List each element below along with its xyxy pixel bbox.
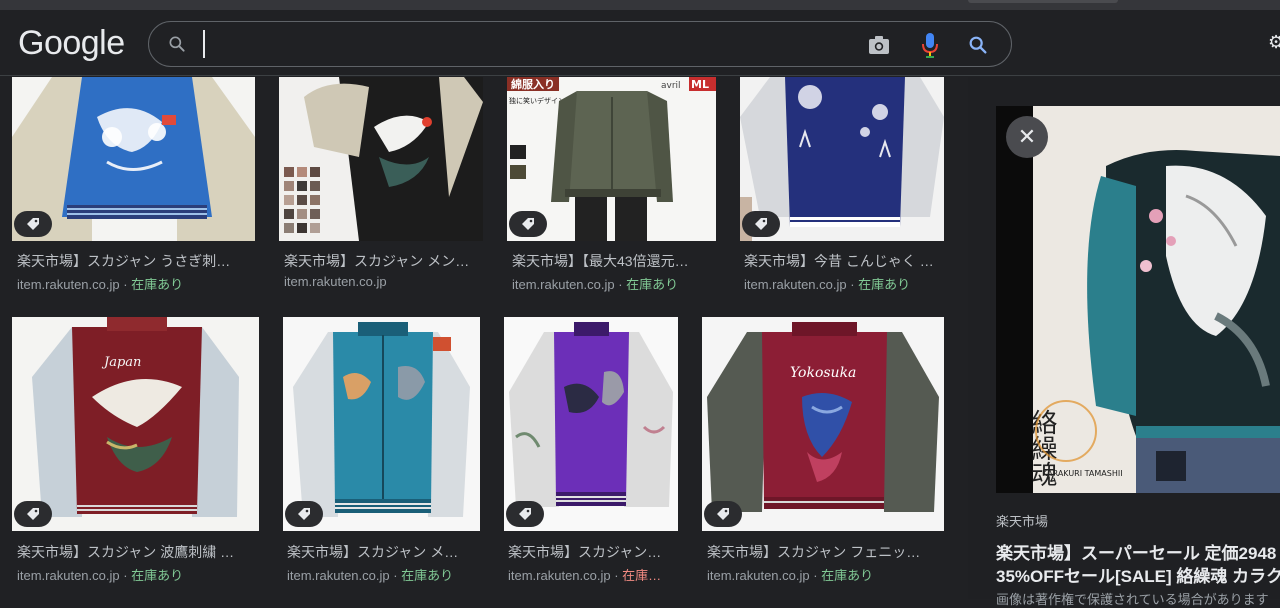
result-source: item.rakuten.co.jp · 在庫あり [17, 277, 184, 292]
stock-status: 在庫あり [858, 277, 911, 292]
search-box[interactable] [148, 21, 1012, 67]
result-tile-7[interactable]: 楽天市場】スカジャン… item.rakuten.co.jp · 在庫… [504, 317, 678, 599]
tag-button[interactable] [14, 501, 52, 527]
stock-status: 在庫あり [821, 568, 874, 583]
thumb-size-badge: ML [691, 78, 709, 91]
stock-status: 在庫あり [626, 277, 679, 292]
thumb-embroidery-text: Yokosuka [790, 365, 856, 381]
result-tile-6[interactable]: 楽天市場】スカジャン メ… item.rakuten.co.jp · 在庫あり [283, 317, 480, 599]
result-thumbnail[interactable]: Japan [12, 317, 259, 531]
thumb-banner-text: 綿服入り [511, 77, 555, 91]
result-title[interactable]: 楽天市場】スカジャン メ… [287, 542, 480, 562]
tag-icon [298, 508, 310, 520]
jacket-image-red-phoenix: Yokosuka [707, 322, 939, 512]
result-thumbnail[interactable] [504, 317, 678, 531]
result-title[interactable]: 楽天市場】スカジャン 波鷹刺繍 … [17, 542, 259, 562]
result-source: item.rakuten.co.jp · 在庫… [508, 568, 662, 583]
tag-button[interactable] [742, 211, 780, 237]
thumb-embroidery-text: Japan [101, 355, 141, 370]
result-tile-4[interactable]: 楽天市場】今昔 こんじゃく … item.rakuten.co.jp · 在庫あ… [740, 77, 944, 297]
tag-button[interactable] [704, 501, 742, 527]
result-title[interactable]: 楽天市場】スカジャン フェニッ… [707, 542, 944, 562]
result-source: item.rakuten.co.jp [284, 274, 387, 289]
google-logo[interactable]: Google [18, 24, 125, 63]
settings-icon[interactable]: ⚙ [1268, 32, 1280, 53]
result-title[interactable]: 楽天市場】スカジャン メン… [284, 251, 483, 271]
tag-icon [717, 508, 729, 520]
brand-logo-roman: KARAKURI TAMASHII [1042, 469, 1123, 478]
jacket-image-purple-dragon [509, 322, 673, 507]
result-tile-2[interactable]: 楽天市場】スカジャン メン… item.rakuten.co.jp [279, 77, 483, 297]
image-results-grid: 楽天市場】スカジャン うさぎ刺… item.rakuten.co.jp · 在庫… [0, 77, 968, 599]
tag-button[interactable] [14, 211, 52, 237]
tag-icon [27, 218, 39, 230]
result-tile-8[interactable]: Yokosuka 楽天市場】スカジャン フェニッ… item.rakuten.c… [702, 317, 944, 599]
tag-icon [27, 508, 39, 520]
result-title[interactable]: 楽天市場】スカジャン うさぎ刺… [17, 251, 255, 271]
close-button[interactable]: ✕ [1006, 116, 1048, 158]
microphone-icon[interactable] [919, 32, 941, 58]
result-source: item.rakuten.co.jp · 在庫あり [512, 277, 679, 292]
tag-icon [522, 218, 534, 230]
jacket-image-burgundy-eagle: Japan [32, 317, 239, 517]
search-input[interactable] [203, 30, 843, 58]
browser-top-strip [0, 0, 1280, 10]
result-tile-1[interactable]: 楽天市場】スカジャン うさぎ刺… item.rakuten.co.jp · 在庫… [12, 77, 255, 297]
tag-button[interactable] [285, 501, 323, 527]
result-thumbnail[interactable] [283, 317, 480, 531]
stock-status: 在庫あり [131, 568, 184, 583]
result-tile-3[interactable]: 綿服入り 独に笑いデザインでアイセンスをアピール ML avril 楽天市場】【… [507, 77, 716, 297]
tag-button[interactable] [509, 211, 547, 237]
preview-title-line2[interactable]: 35%OFFセール[SALE] 絡繰魂 カラク [996, 562, 1280, 587]
search-submit-icon[interactable] [967, 34, 989, 56]
stock-status: 在庫… [622, 568, 662, 583]
preview-jacket-image: 絡繰魂 KARAKURI TAMASHII [996, 106, 1280, 493]
image-preview-panel: 絡繰魂 KARAKURI TAMASHII ✕ 楽天市場 楽天市場】スーパーセー… [968, 77, 1280, 607]
result-source: item.rakuten.co.jp · 在庫あり [707, 568, 874, 583]
preview-site-name[interactable]: 楽天市場 [996, 511, 1048, 530]
result-thumbnail[interactable]: Yokosuka [702, 317, 944, 531]
result-thumbnail[interactable] [279, 77, 483, 241]
preview-title[interactable]: 楽天市場】スーパーセール 定価2948 [996, 539, 1276, 564]
stock-status: 在庫あり [401, 568, 454, 583]
thumb-brand-text: avril [661, 81, 681, 91]
result-title[interactable]: 楽天市場】今昔 こんじゃく … [744, 251, 944, 271]
search-header: Google ⚙ [0, 10, 1280, 76]
result-tile-5[interactable]: Japan 楽天市場】スカジャン 波鷹刺繍 … item.rakuten.co.… [12, 317, 259, 599]
tag-icon [519, 508, 531, 520]
tag-button[interactable] [506, 501, 544, 527]
jacket-image-black-hawk [284, 77, 483, 241]
tag-icon [755, 218, 767, 230]
tab-pill[interactable] [968, 0, 1118, 3]
result-source: item.rakuten.co.jp · 在庫あり [287, 568, 454, 583]
stock-status: 在庫あり [131, 277, 184, 292]
result-title[interactable]: 楽天市場】【最大43倍還元… [512, 251, 716, 271]
result-source: item.rakuten.co.jp · 在庫あり [17, 568, 184, 583]
result-title[interactable]: 楽天市場】スカジャン… [508, 542, 678, 562]
search-icon [169, 36, 185, 52]
close-icon: ✕ [1017, 124, 1037, 149]
result-source: item.rakuten.co.jp · 在庫あり [744, 277, 911, 292]
camera-icon[interactable] [867, 34, 891, 56]
preview-image[interactable]: 絡繰魂 KARAKURI TAMASHII [996, 106, 1280, 493]
jacket-image-teal-koi [293, 322, 470, 517]
